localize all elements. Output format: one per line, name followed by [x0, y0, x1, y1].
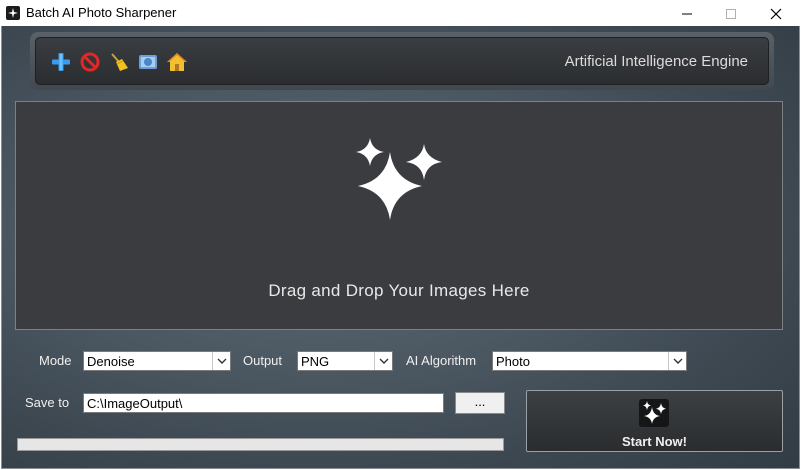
mode-value: Denoise: [87, 354, 135, 369]
output-label: Output: [243, 353, 283, 368]
close-button[interactable]: [753, 0, 799, 26]
window-title: Batch AI Photo Sharpener: [26, 5, 177, 20]
home-button[interactable]: [166, 51, 188, 73]
sparkles-icon: [356, 138, 442, 220]
mode-select[interactable]: Denoise: [83, 351, 231, 371]
chevron-down-icon: [379, 358, 389, 364]
clear-broom-icon: [111, 53, 128, 71]
remove-button[interactable]: [79, 51, 101, 73]
chevron-down-icon: [217, 358, 227, 364]
mode-label: Mode: [39, 353, 72, 368]
add-icon: [52, 53, 70, 71]
maximize-button[interactable]: [708, 0, 754, 26]
main-window: Artificial Intelligence Engine Drag and …: [1, 26, 800, 469]
algorithm-select[interactable]: Photo: [492, 351, 687, 371]
save-to-label: Save to: [25, 395, 70, 410]
maximize-icon: [726, 9, 736, 19]
remove-icon: [80, 52, 100, 72]
clear-button[interactable]: [108, 51, 130, 73]
output-path-input[interactable]: C:\ImageOutput\: [83, 393, 444, 413]
title-bar: Batch AI Photo Sharpener: [0, 0, 801, 26]
image-drop-zone[interactable]: Drag and Drop Your Images Here: [15, 101, 783, 330]
algorithm-dropdown-arrow[interactable]: [668, 352, 686, 370]
sparkles-icon: [643, 401, 666, 424]
chevron-down-icon: [673, 358, 683, 364]
mode-dropdown-arrow[interactable]: [212, 352, 230, 370]
engine-label: Artificial Intelligence Engine: [564, 53, 748, 70]
toolbar-frame: Artificial Intelligence Engine: [30, 32, 774, 90]
output-dropdown-arrow[interactable]: [374, 352, 392, 370]
browse-button[interactable]: ...: [455, 392, 505, 414]
website-icon: [139, 55, 157, 69]
progress-bar: [17, 438, 504, 451]
add-button[interactable]: [50, 51, 72, 73]
minimize-button[interactable]: [664, 0, 710, 26]
algorithm-label: AI Algorithm: [406, 353, 477, 368]
output-value: PNG: [301, 354, 330, 369]
start-now-label: Start Now!: [622, 434, 687, 449]
output-select[interactable]: PNG: [297, 351, 393, 371]
toolbar: Artificial Intelligence Engine: [35, 37, 769, 85]
app-icon: [6, 6, 20, 20]
website-button[interactable]: [137, 51, 159, 73]
home-icon: [167, 53, 187, 71]
close-icon: [770, 8, 782, 20]
algorithm-value: Photo: [496, 354, 530, 369]
start-icon: [639, 399, 669, 427]
drop-instruction: Drag and Drop Your Images Here: [268, 281, 530, 300]
start-now-button[interactable]: Start Now!: [526, 390, 783, 452]
minimize-icon: [682, 13, 692, 15]
